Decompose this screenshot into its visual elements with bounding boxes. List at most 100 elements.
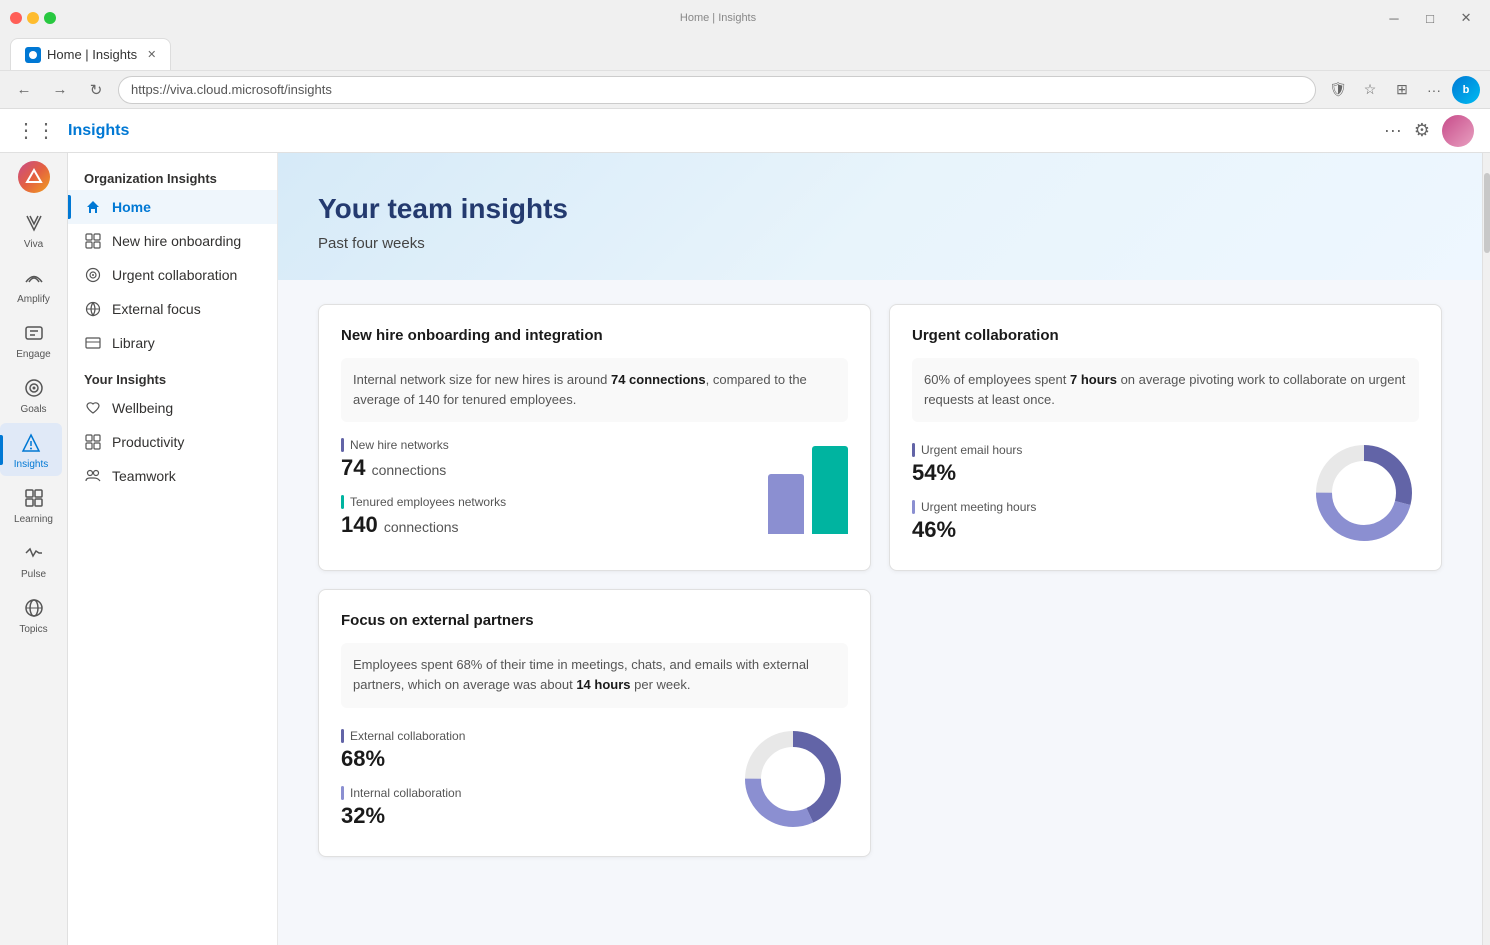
address-bar[interactable]: https://viva.cloud.microsoft/insights (118, 76, 1316, 104)
external-metrics-col: External collaboration 68% Internal coll… (341, 729, 722, 829)
metric-dot-urgent-email (912, 443, 915, 457)
sidebar-item-amplify[interactable]: Amplify (3, 258, 65, 311)
metric-dot-purple (341, 438, 344, 452)
external-focus-nav-label: External focus (112, 301, 201, 317)
nav-item-teamwork[interactable]: Teamwork (68, 459, 277, 493)
refresh-button[interactable]: ↻ (82, 76, 110, 104)
avatar[interactable] (1442, 115, 1474, 147)
scrollbar-thumb[interactable] (1484, 173, 1490, 253)
sidebar-item-engage[interactable]: Engage (3, 313, 65, 366)
hero-subtitle: Past four weeks (318, 235, 1442, 252)
card-urgent-metrics: Urgent email hours 54% Urgent meeting ho… (912, 438, 1419, 548)
home-nav-label: Home (112, 199, 151, 215)
metric-label-urgent-meeting: Urgent meeting hours (912, 500, 1293, 514)
productivity-icon (84, 433, 102, 451)
main-content: Your team insights Past four weeks New h… (278, 153, 1482, 945)
productivity-nav-label: Productivity (112, 434, 184, 450)
metric-label-tenured: Tenured employees networks (341, 495, 752, 509)
app-logo[interactable] (18, 161, 50, 193)
sidebar-item-topics[interactable]: Topics (3, 588, 65, 641)
metric-dot-int (341, 786, 344, 800)
nav-item-library[interactable]: Library (68, 326, 277, 360)
metric-label-external-collab: External collaboration (341, 729, 722, 743)
sidebar-item-learning[interactable]: Learning (3, 478, 65, 531)
card-new-hire: New hire onboarding and integration Inte… (318, 304, 871, 571)
bing-button[interactable]: b (1452, 76, 1480, 104)
nav-item-urgent-collab[interactable]: Urgent collaboration (68, 258, 277, 292)
nav-item-productivity[interactable]: Productivity (68, 425, 277, 459)
engage-label: Engage (16, 349, 50, 360)
browser-shield-icon[interactable]: 🛡 (1324, 76, 1352, 104)
insights-icon (17, 429, 45, 457)
card-urgent-collab: Urgent collaboration 60% of employees sp… (889, 304, 1442, 571)
metric-value-46: 46% (912, 517, 1293, 543)
url-text: https://viva.cloud.microsoft/insights (131, 82, 332, 97)
metric-new-hire-networks: New hire networks 74 connections (341, 438, 752, 481)
sidebar-item-goals[interactable]: Goals (3, 368, 65, 421)
settings-button[interactable]: ⚙ (1414, 120, 1430, 141)
tab-title-label: Home | Insights (47, 47, 137, 62)
metric-dot-urgent-meeting (912, 500, 915, 514)
metric-dot-teal (341, 495, 344, 509)
goals-icon (20, 374, 48, 402)
window-title-label: Home | Insights (680, 12, 756, 24)
card-external-partners: Focus on external partners Employees spe… (318, 589, 871, 856)
nav-item-wellbeing[interactable]: Wellbeing (68, 391, 277, 425)
forward-button[interactable]: → (46, 76, 74, 104)
hero-title: Your team insights (318, 193, 1442, 225)
metric-external-collab: External collaboration 68% (341, 729, 722, 772)
browser-menu-icon[interactable]: ··· (1420, 76, 1448, 104)
close-window-button[interactable] (10, 12, 22, 24)
active-indicator (0, 435, 3, 465)
collections-icon[interactable]: ⊞ (1388, 76, 1416, 104)
card-new-hire-title: New hire onboarding and integration (341, 327, 848, 344)
topbar-right: ··· ⚙ (1384, 115, 1474, 147)
card-external-metrics: External collaboration 68% Internal coll… (341, 724, 848, 834)
donut-chart-urgent (1309, 438, 1419, 548)
metric-urgent-meeting: Urgent meeting hours 46% (912, 500, 1293, 543)
library-nav-label: Library (112, 335, 155, 351)
viva-label: Viva (24, 239, 43, 250)
sidebar-item-viva[interactable]: Viva (3, 203, 65, 256)
cards-grid: New hire onboarding and integration Inte… (278, 280, 1482, 881)
wellbeing-nav-label: Wellbeing (112, 400, 173, 416)
urgent-collab-icon (84, 266, 102, 284)
metric-label-urgent-email: Urgent email hours (912, 443, 1293, 457)
tab-bar: Home | Insights ✕ (0, 36, 1490, 70)
topbar-more-button[interactable]: ··· (1384, 120, 1402, 141)
tab-close-icon[interactable]: ✕ (147, 48, 156, 61)
nav-item-external-focus[interactable]: External focus (68, 292, 277, 326)
metric-value-54: 54% (912, 460, 1293, 486)
viva-icon (20, 209, 48, 237)
nav-item-home[interactable]: Home (68, 190, 277, 224)
maximize-window-button[interactable] (44, 12, 56, 24)
urgent-metrics-col: Urgent email hours 54% Urgent meeting ho… (912, 443, 1293, 543)
wellbeing-icon (84, 399, 102, 417)
amplify-label: Amplify (17, 294, 50, 305)
window-minimize-btn[interactable]: ─ (1380, 4, 1408, 32)
browser-traffic-lights (10, 12, 56, 24)
learning-label: Learning (14, 514, 53, 525)
sidebar-item-insights[interactable]: Insights (0, 423, 62, 476)
card-urgent-desc: 60% of employees spent 7 hours on averag… (912, 358, 1419, 422)
org-section-title: Organization Insights (68, 165, 277, 190)
new-hire-icon (84, 232, 102, 250)
browser-chrome: Home | Insights ─ □ ✕ Home | Insights ✕ … (0, 0, 1490, 109)
back-button[interactable]: ← (10, 76, 38, 104)
nav-item-new-hire[interactable]: New hire onboarding (68, 224, 277, 258)
scrollbar-track[interactable] (1482, 153, 1490, 945)
metric-internal-collab: Internal collaboration 32% (341, 786, 722, 829)
office-sidebar: Viva Amplify Engage Goals (0, 153, 68, 945)
teamwork-nav-label: Teamwork (112, 468, 176, 484)
favorites-icon[interactable]: ☆ (1356, 76, 1384, 104)
new-hire-nav-label: New hire onboarding (112, 233, 241, 249)
metric-label-new-hire: New hire networks (341, 438, 752, 452)
left-nav-panel: Organization Insights Home New hire onbo… (68, 153, 278, 945)
waffle-menu-icon[interactable]: ⋮⋮ (16, 118, 56, 143)
metric-label-internal-collab: Internal collaboration (341, 786, 722, 800)
active-tab[interactable]: Home | Insights ✕ (10, 38, 171, 70)
window-restore-btn[interactable]: □ (1416, 4, 1444, 32)
minimize-window-button[interactable] (27, 12, 39, 24)
sidebar-item-pulse[interactable]: Pulse (3, 533, 65, 586)
window-close-btn[interactable]: ✕ (1452, 4, 1480, 32)
